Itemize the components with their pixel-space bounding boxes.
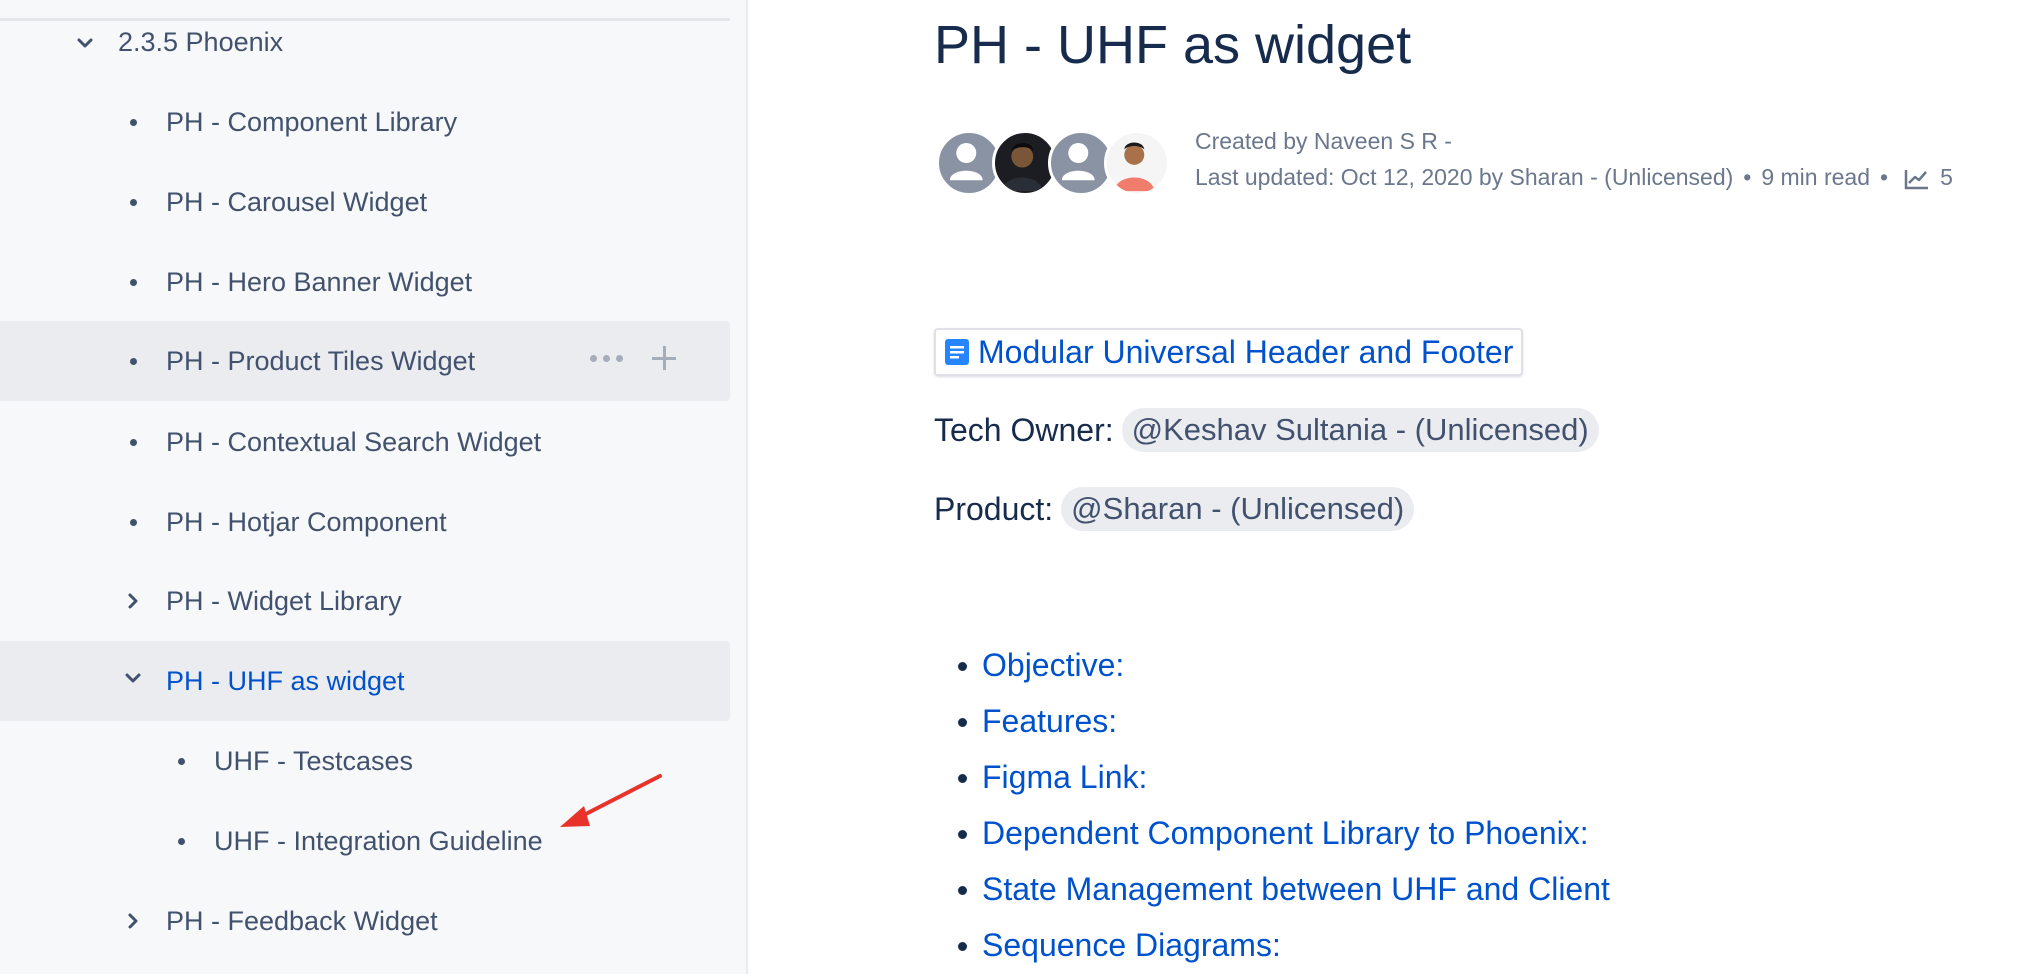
- tree-item-feedback-widget[interactable]: PH - Feedback Widget: [0, 881, 730, 961]
- bullet: [178, 837, 185, 845]
- bullet: [178, 757, 185, 765]
- tree-item-uhf-as-widget[interactable]: PH - UHF as widget: [0, 641, 730, 721]
- toc-link-sequence-diagrams[interactable]: Sequence Diagrams:: [958, 920, 1610, 976]
- chevron-down-icon[interactable]: [122, 667, 144, 689]
- toc-link-text[interactable]: Dependent Component Library to Phoenix:: [982, 815, 1589, 851]
- tech-owner-mention[interactable]: @Keshav Sultania - (Unlicensed): [1121, 408, 1599, 452]
- tree-item-component-library[interactable]: PH - Component Library: [0, 82, 730, 162]
- user-photo-icon: [1002, 143, 1043, 192]
- tree-item-label: PH - Component Library: [166, 106, 458, 137]
- tree-item-label: PH - UHF as widget: [166, 665, 405, 696]
- tree-item-label: PH - Hotjar Component: [166, 506, 447, 537]
- tech-owner-line: Tech Owner: @Keshav Sultania - (Unlicens…: [934, 408, 1599, 452]
- toc-link-text[interactable]: Features:: [982, 703, 1117, 739]
- user-icon: [949, 143, 983, 181]
- bullet: [958, 886, 967, 895]
- tree-item-label: PH - Product Tiles Widget: [166, 345, 476, 376]
- bullet: [130, 118, 137, 126]
- page-link-card[interactable]: Modular Universal Header and Footer: [934, 328, 1524, 376]
- table-of-contents: Objective: Features: Figma Link: Depende…: [958, 640, 1610, 976]
- bullet: [130, 438, 137, 446]
- tree-item-label: UHF - Testcases: [214, 745, 414, 776]
- avatar[interactable]: [1104, 130, 1170, 196]
- analytics-count[interactable]: 5: [1940, 164, 1953, 190]
- bullet: [958, 662, 967, 671]
- read-time: 9 min read: [1761, 164, 1870, 190]
- bullet: [958, 942, 967, 951]
- page-metadata: Last updated: Oct 12, 2020 by Sharan - (…: [1195, 164, 1953, 190]
- tree-item-label: 2.3.5 Phoenix: [118, 26, 284, 57]
- tree-item-widget-library[interactable]: PH - Widget Library: [0, 561, 730, 641]
- tree-item-label: PH - Feedback Widget: [166, 905, 438, 936]
- user-photo-icon: [1114, 142, 1155, 192]
- tree-item-hero-banner-widget[interactable]: PH - Hero Banner Widget: [0, 242, 730, 322]
- bullet: [958, 718, 967, 727]
- tree-item-product-tiles-widget[interactable]: PH - Product Tiles Widget: [0, 321, 730, 401]
- toc-link-text[interactable]: State Management between UHF and Client: [982, 871, 1610, 907]
- last-updated[interactable]: Last updated: Oct 12, 2020 by Sharan - (…: [1195, 164, 1733, 190]
- tree-item-hotjar-component[interactable]: PH - Hotjar Component: [0, 482, 730, 562]
- toc-link-state-management[interactable]: State Management between UHF and Client: [958, 864, 1610, 920]
- bullet: [130, 357, 137, 365]
- page-tree-sidebar: 2.3.5 Phoenix PH - Component Library PH …: [0, 0, 748, 974]
- product-mention[interactable]: @Sharan - (Unlicensed): [1061, 487, 1415, 531]
- bullet: [130, 278, 137, 286]
- analytics-icon[interactable]: [1904, 168, 1930, 190]
- tree-item-contextual-search-widget[interactable]: PH - Contextual Search Widget: [0, 402, 730, 482]
- toc-link-text[interactable]: Sequence Diagrams:: [982, 927, 1281, 963]
- tree-item-label: PH - Hero Banner Widget: [166, 266, 473, 297]
- tree-item-phoenix[interactable]: 2.3.5 Phoenix: [0, 2, 730, 82]
- toc-link-objective[interactable]: Objective:: [958, 640, 1610, 696]
- bullet: [958, 774, 967, 783]
- user-icon: [1061, 143, 1095, 181]
- bullet: [130, 518, 137, 526]
- doc-icon: [945, 339, 969, 365]
- toc-link-figma[interactable]: Figma Link:: [958, 752, 1610, 808]
- chevron-right-icon[interactable]: [122, 910, 144, 932]
- annotation-arrow-icon: [560, 774, 662, 827]
- tree-item-carousel-widget[interactable]: PH - Carousel Widget: [0, 162, 730, 242]
- bullet: [130, 198, 137, 206]
- chevron-right-icon[interactable]: [122, 590, 144, 612]
- tree-item-label: PH - Widget Library: [166, 585, 402, 616]
- page-title: PH - UHF as widget: [934, 15, 1412, 75]
- toc-link-features[interactable]: Features:: [958, 696, 1610, 752]
- toc-link-text[interactable]: Figma Link:: [982, 759, 1147, 795]
- tech-owner-label: Tech Owner:: [934, 411, 1114, 448]
- product-label: Product:: [934, 490, 1054, 527]
- tree-item-label: PH - Carousel Widget: [166, 186, 428, 217]
- plus-icon[interactable]: [651, 345, 677, 371]
- more-icon[interactable]: [590, 354, 623, 362]
- tree-item-label: PH - Contextual Search Widget: [166, 426, 542, 457]
- page-link-text: Modular Universal Header and Footer: [978, 333, 1514, 370]
- tree-item-label: UHF - Integration Guideline: [214, 825, 543, 856]
- toc-link-text[interactable]: Objective:: [982, 647, 1124, 683]
- created-by: Created by Naveen S R -: [1195, 128, 1452, 154]
- bullet: [958, 830, 967, 839]
- product-line: Product: @Sharan - (Unlicensed): [934, 487, 1415, 531]
- toc-link-dependent-component-library[interactable]: Dependent Component Library to Phoenix:: [958, 808, 1610, 864]
- chevron-down-icon[interactable]: [74, 32, 96, 54]
